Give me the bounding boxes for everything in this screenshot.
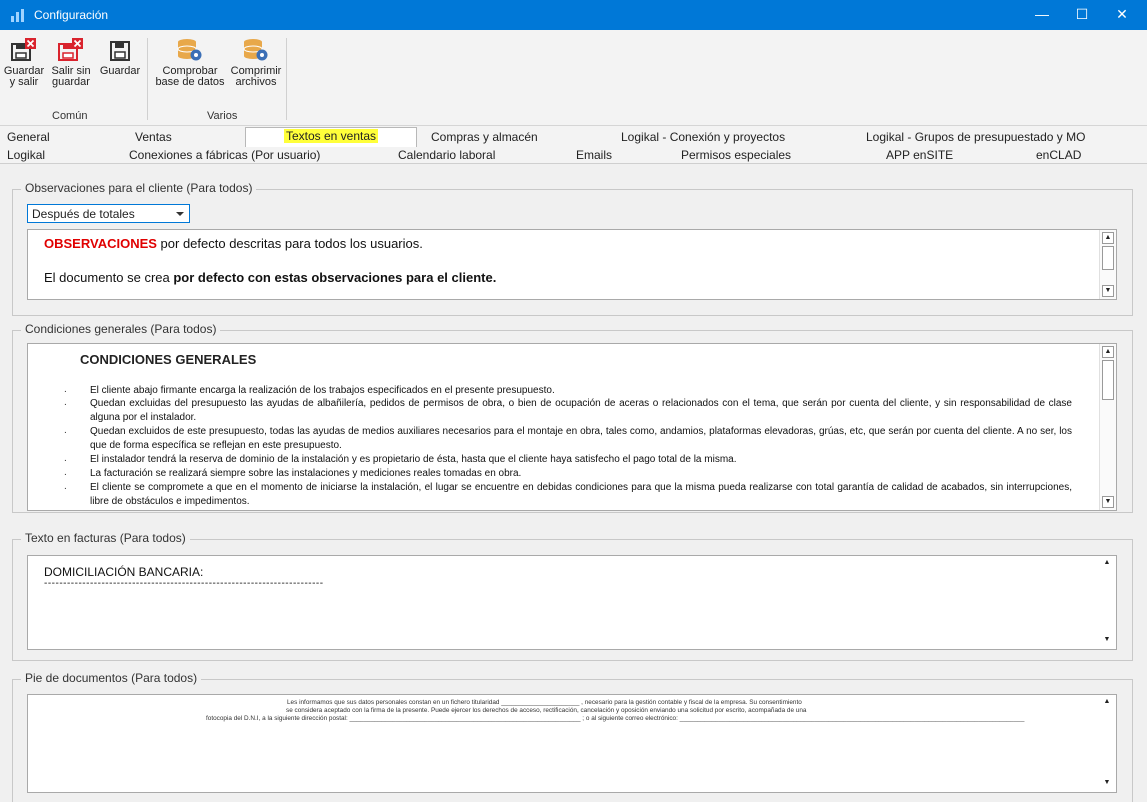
check-database-button[interactable]: Comprobar base de datos xyxy=(151,38,229,88)
tab-logikal-conexion[interactable]: Logikal - Conexión y proyectos xyxy=(621,130,785,144)
tab-general[interactable]: General xyxy=(7,130,50,144)
condiciones-item: El cliente se compromete a que en el mom… xyxy=(90,482,1072,507)
list-bullet: . xyxy=(64,453,67,464)
title-bar: Configuración — ☐ ✕ xyxy=(0,0,1147,30)
compress-files-button[interactable]: Comprimir archivos xyxy=(229,38,283,88)
save-label: Guardar xyxy=(99,65,141,77)
scroll-thumb[interactable] xyxy=(1102,360,1114,400)
tab-calendario[interactable]: Calendario laboral xyxy=(398,148,495,162)
pie-title: Pie de documentos (Para todos) xyxy=(21,671,202,685)
observaciones-textbox[interactable]: OBSERVACIONES por defecto descritas para… xyxy=(27,229,1117,300)
save-exit-icon xyxy=(11,38,36,61)
compress-label-2: archivos xyxy=(235,76,277,88)
tab-logikal[interactable]: Logikal xyxy=(7,148,45,162)
settings-tabs: General Ventas Textos en ventas Compras … xyxy=(0,126,1147,164)
pie-line-1: Les informamos que sus datos personales … xyxy=(287,699,802,706)
observaciones-keyword: OBSERVACIONES xyxy=(44,236,157,251)
scroll-up-icon[interactable]: ▲ xyxy=(1102,232,1114,244)
scroll-up-icon[interactable]: ▲ xyxy=(1101,697,1113,709)
group-separator xyxy=(147,38,148,120)
facturas-line-1: DOMICILIACIÓN BANCARIA: xyxy=(44,565,204,579)
list-bullet: . xyxy=(64,481,67,492)
observaciones-position-value: Después de totales xyxy=(32,207,135,221)
check-db-label-2: base de datos xyxy=(155,76,225,88)
list-bullet: . xyxy=(64,384,67,395)
chevron-down-icon xyxy=(176,212,184,216)
exit-nosave-icon xyxy=(58,38,83,61)
condiciones-item: El cliente abajo firmante encarga la rea… xyxy=(90,385,555,396)
condiciones-textbox[interactable]: CONDICIONES GENERALES . El cliente abajo… xyxy=(27,343,1117,511)
save-and-exit-button[interactable]: Guardar y salir xyxy=(2,38,46,88)
tab-app-ensite[interactable]: APP enSITE xyxy=(886,148,953,162)
condiciones-item: La facturación se realizará siempre sobr… xyxy=(90,468,522,479)
observaciones-line-2: El documento se crea por defecto con est… xyxy=(44,270,496,285)
observaciones-scrollbar[interactable]: ▲ ▼ xyxy=(1099,230,1116,299)
database-gear-icon xyxy=(177,39,202,61)
ribbon-toolbar: Guardar y salir Salir sin guardar Guarda… xyxy=(0,30,1147,126)
minimize-button[interactable]: — xyxy=(1024,0,1060,30)
exit-nosave-label-2: guardar xyxy=(52,76,90,88)
floppy-disk-icon xyxy=(110,41,130,61)
condiciones-item: El instalador tendrá la reserva de domin… xyxy=(90,454,737,465)
scroll-down-icon[interactable]: ▼ xyxy=(1102,496,1114,508)
condiciones-title: Condiciones generales (Para todos) xyxy=(21,322,221,336)
save-exit-label-2: y salir xyxy=(9,76,39,88)
scroll-down-icon[interactable]: ▼ xyxy=(1102,285,1114,297)
facturas-line-2: ----------------------------------------… xyxy=(44,578,324,589)
tab-logikal-grupos[interactable]: Logikal - Grupos de presupuestado y MO xyxy=(866,130,1085,144)
save-button[interactable]: Guardar xyxy=(97,38,143,77)
tab-compras[interactable]: Compras y almacén xyxy=(431,130,538,144)
tab-conexiones[interactable]: Conexiones a fábricas (Por usuario) xyxy=(129,148,320,162)
observaciones-position-select[interactable]: Después de totales xyxy=(27,204,190,223)
close-button[interactable]: ✕ xyxy=(1104,0,1140,30)
scroll-up-icon[interactable]: ▲ xyxy=(1102,346,1114,358)
list-bullet: . xyxy=(64,425,67,436)
tab-ventas[interactable]: Ventas xyxy=(135,130,172,144)
tab-textos-en-ventas[interactable]: Textos en ventas xyxy=(245,127,417,147)
condiciones-scrollbar[interactable]: ▲ ▼ xyxy=(1099,344,1116,510)
list-bullet: . xyxy=(64,467,67,478)
exit-without-saving-button[interactable]: Salir sin guardar xyxy=(46,38,96,88)
pie-line-3: fotocopia del D.N.I, a la siguiente dire… xyxy=(206,715,1025,722)
observaciones-line-2-normal: El documento se crea xyxy=(44,270,174,285)
condiciones-item: Quedan excluidas del presupuesto las ayu… xyxy=(90,398,1072,423)
observaciones-line-2-bold: por defecto con estas observaciones para… xyxy=(173,270,497,285)
observaciones-line-1: OBSERVACIONES por defecto descritas para… xyxy=(44,236,423,251)
tab-enclad[interactable]: enCLAD xyxy=(1036,148,1081,162)
list-bullet: . xyxy=(64,397,67,408)
facturas-textbox[interactable]: DOMICILIACIÓN BANCARIA: ----------------… xyxy=(27,555,1117,650)
condiciones-heading: CONDICIONES GENERALES xyxy=(80,352,257,367)
observaciones-title: Observaciones para el cliente (Para todo… xyxy=(21,181,257,195)
scroll-down-icon[interactable]: ▼ xyxy=(1101,635,1113,647)
tab-emails[interactable]: Emails xyxy=(576,148,612,162)
pie-scrollbar[interactable]: ▲ ▼ xyxy=(1099,695,1116,792)
app-chart-icon xyxy=(11,9,24,22)
database-gear-icon xyxy=(243,39,268,61)
tab-permisos[interactable]: Permisos especiales xyxy=(681,148,791,162)
observaciones-line-1-rest: por defecto descritas para todos los usu… xyxy=(156,236,423,251)
tab-textos-label: Textos en ventas xyxy=(283,129,379,143)
group-various-label: Varios xyxy=(207,110,238,122)
condiciones-item: Quedan excluidos de este presupuesto, to… xyxy=(90,426,1072,451)
scroll-down-icon[interactable]: ▼ xyxy=(1101,778,1113,790)
scroll-up-icon[interactable]: ▲ xyxy=(1101,558,1113,570)
facturas-scrollbar[interactable]: ▲ ▼ xyxy=(1099,556,1116,649)
group-common-label: Común xyxy=(52,110,88,122)
pie-textbox[interactable]: Les informamos que sus datos personales … xyxy=(27,694,1117,793)
pie-line-2: se considera aceptado con la firma de la… xyxy=(286,707,807,714)
maximize-button[interactable]: ☐ xyxy=(1064,0,1100,30)
group-separator xyxy=(286,38,287,120)
scroll-thumb[interactable] xyxy=(1102,246,1114,270)
facturas-title: Texto en facturas (Para todos) xyxy=(21,531,190,545)
window-title: Configuración xyxy=(34,8,109,22)
